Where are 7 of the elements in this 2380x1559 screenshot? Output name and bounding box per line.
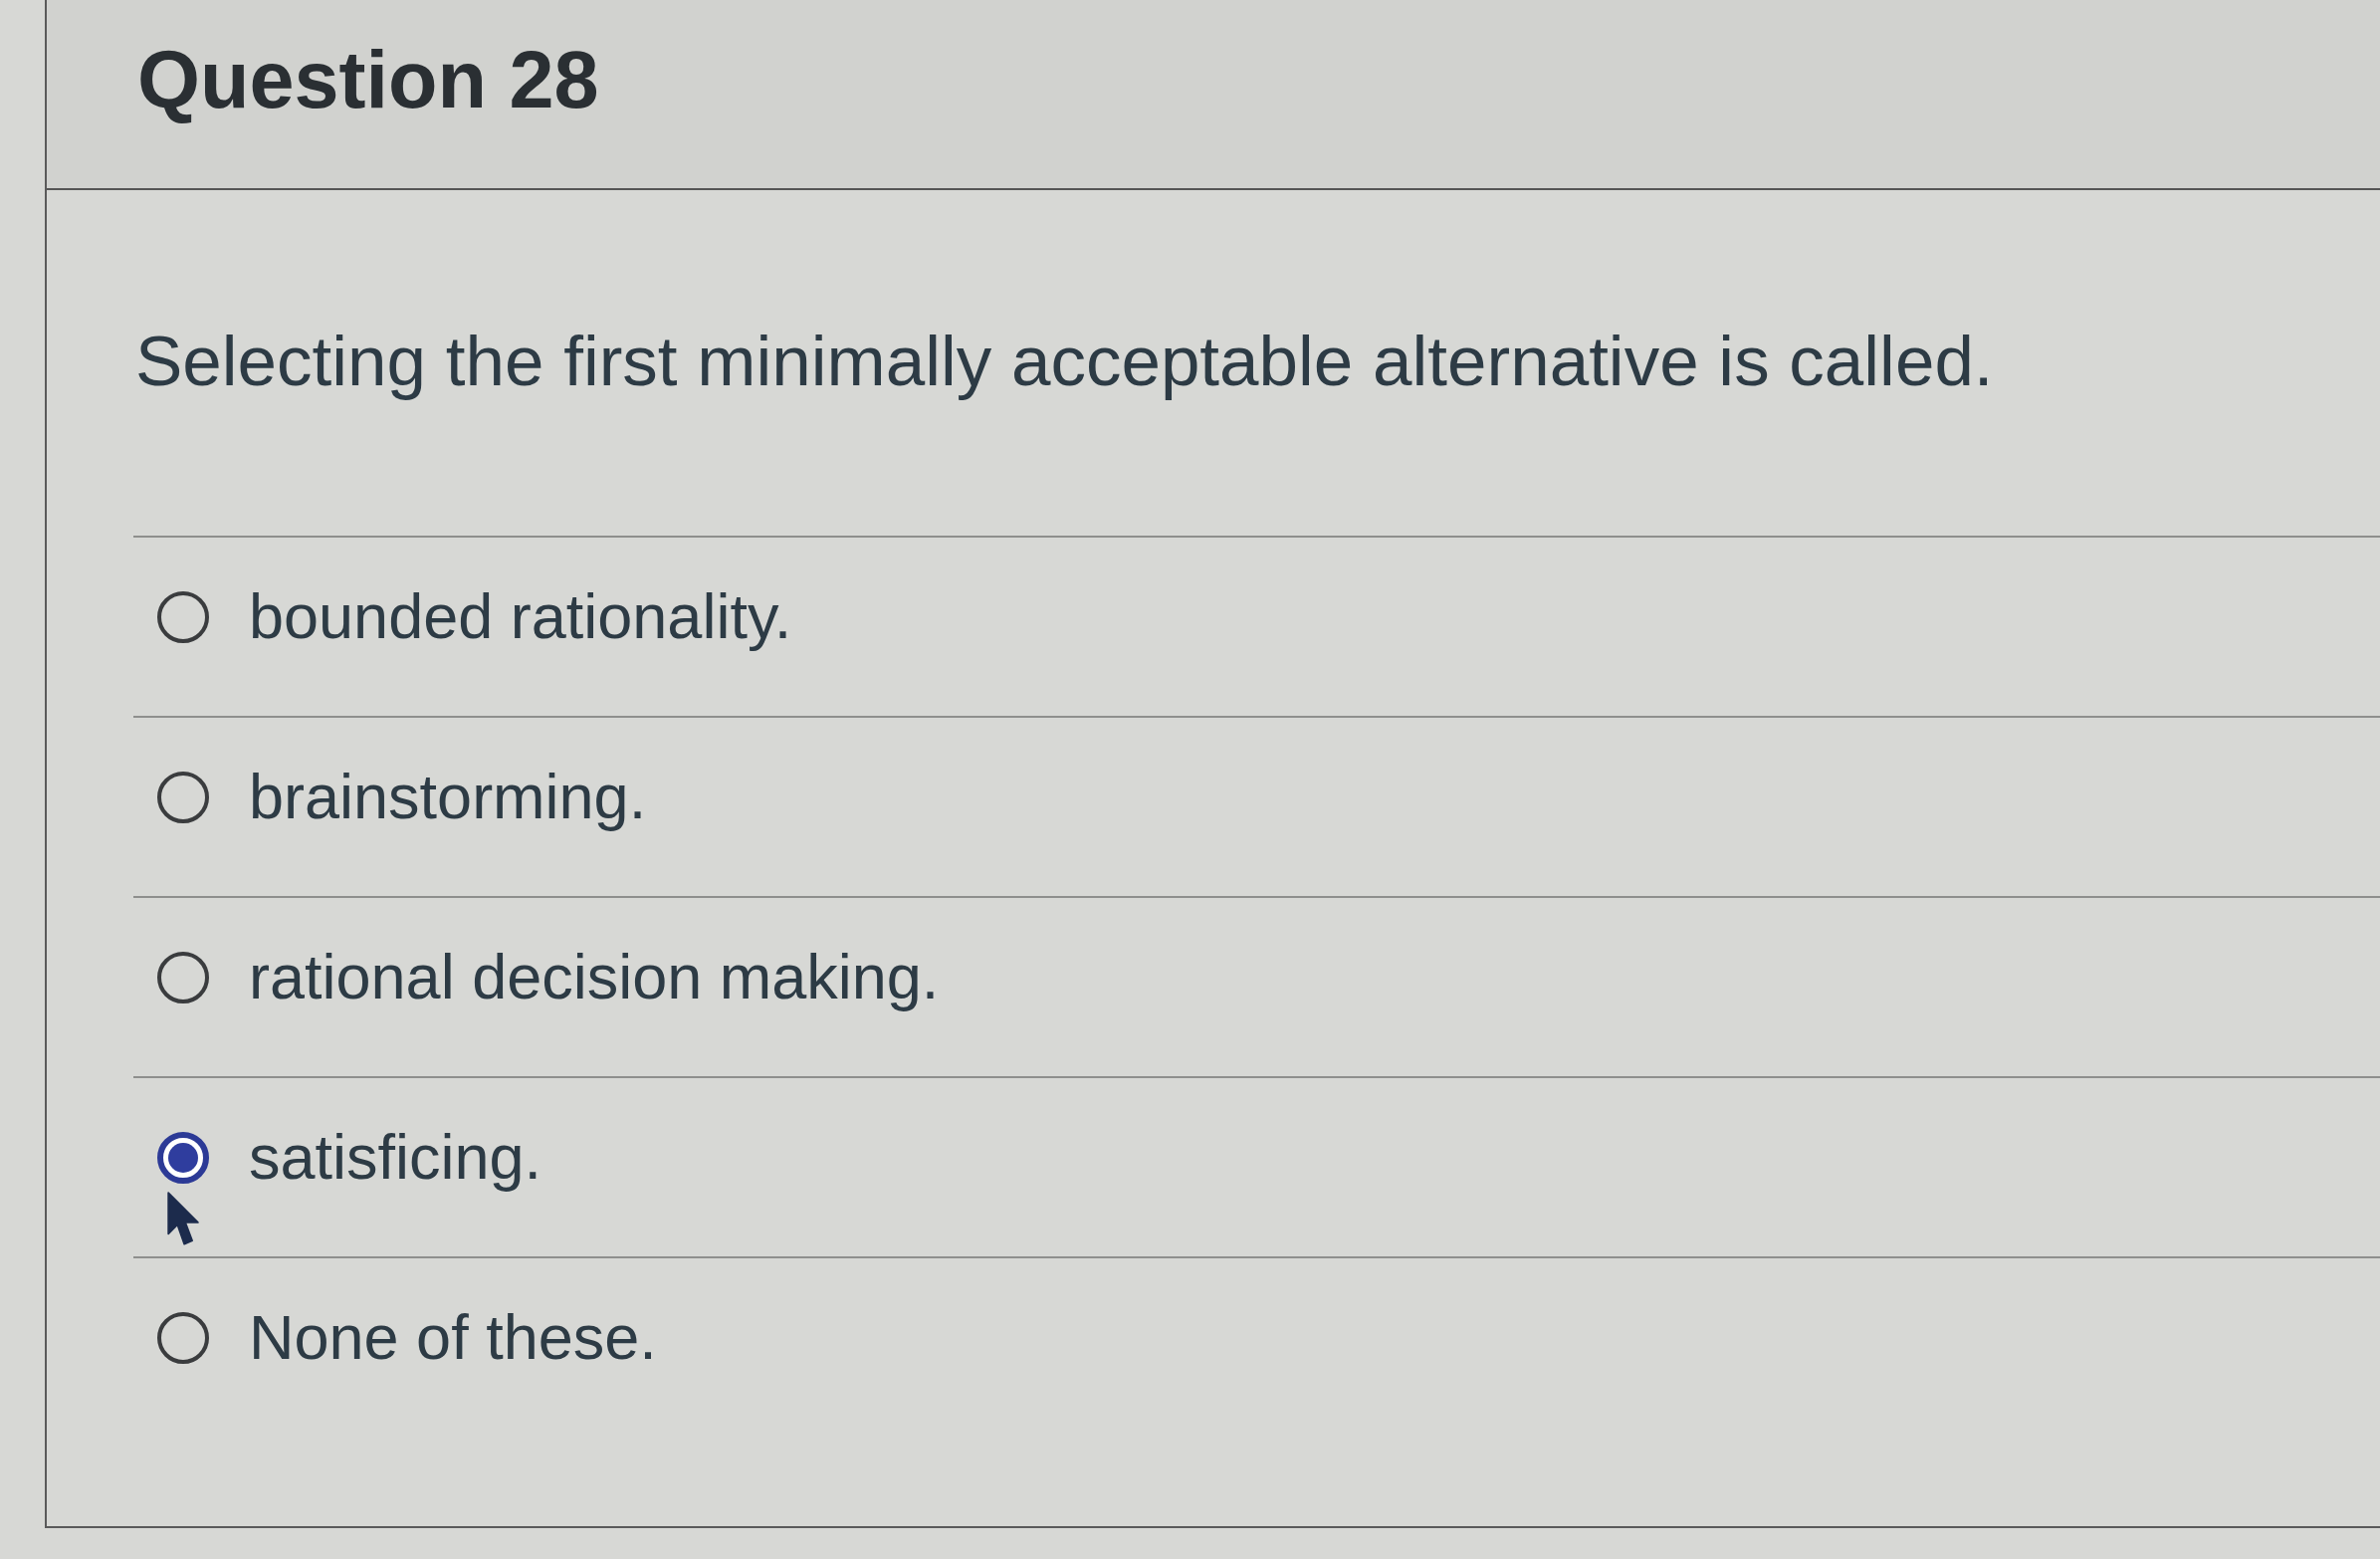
radio-button[interactable]: [157, 1311, 209, 1364]
mouse-pointer-icon: [167, 1192, 199, 1246]
radio-button[interactable]: [157, 590, 209, 643]
radio-button[interactable]: [157, 771, 209, 823]
radio-button[interactable]: [157, 1131, 209, 1184]
radio-button[interactable]: [157, 951, 209, 1003]
answer-label[interactable]: None of these.: [249, 1306, 657, 1369]
